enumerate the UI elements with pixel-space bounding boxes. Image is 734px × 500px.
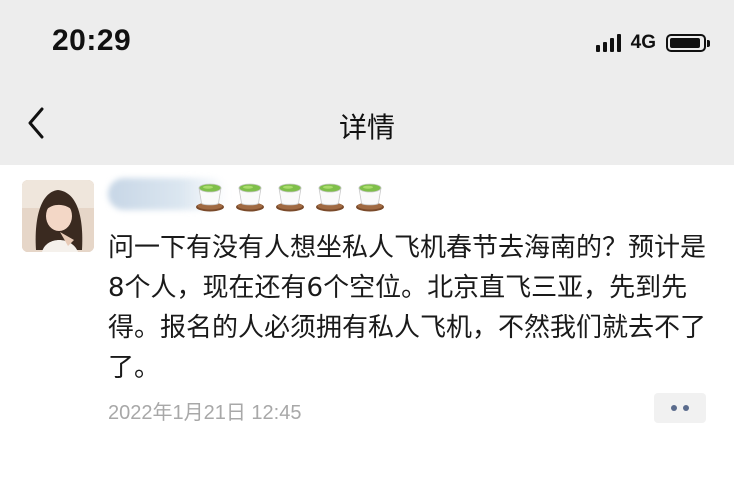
tea-cup-icon	[276, 183, 304, 212]
network-type: 4G	[630, 32, 656, 53]
more-dots-icon	[683, 405, 689, 411]
emoji-row	[195, 178, 385, 212]
tea-cup-icon	[316, 183, 344, 212]
status-icons: 4G	[595, 32, 710, 54]
post-timestamp: 2022年1月21日 12:45	[108, 402, 302, 424]
more-dots-icon	[671, 405, 677, 411]
more-button[interactable]	[654, 393, 706, 423]
page-title: 详情	[338, 111, 395, 144]
avatar[interactable]	[22, 180, 94, 252]
tea-cup-icon	[236, 183, 264, 212]
tea-cup-icon	[196, 183, 224, 212]
tea-cup-icon	[356, 183, 384, 212]
battery-icon	[666, 34, 710, 52]
post-text: 问一下有没有人想坐私人飞机春节去海南的？预计是8个人，现在还有6个空位。北京直飞…	[108, 233, 707, 383]
status-time: 20:29	[52, 24, 132, 57]
top-bar: 20:29 4G 详情	[0, 0, 734, 165]
signal-icon	[595, 34, 621, 52]
